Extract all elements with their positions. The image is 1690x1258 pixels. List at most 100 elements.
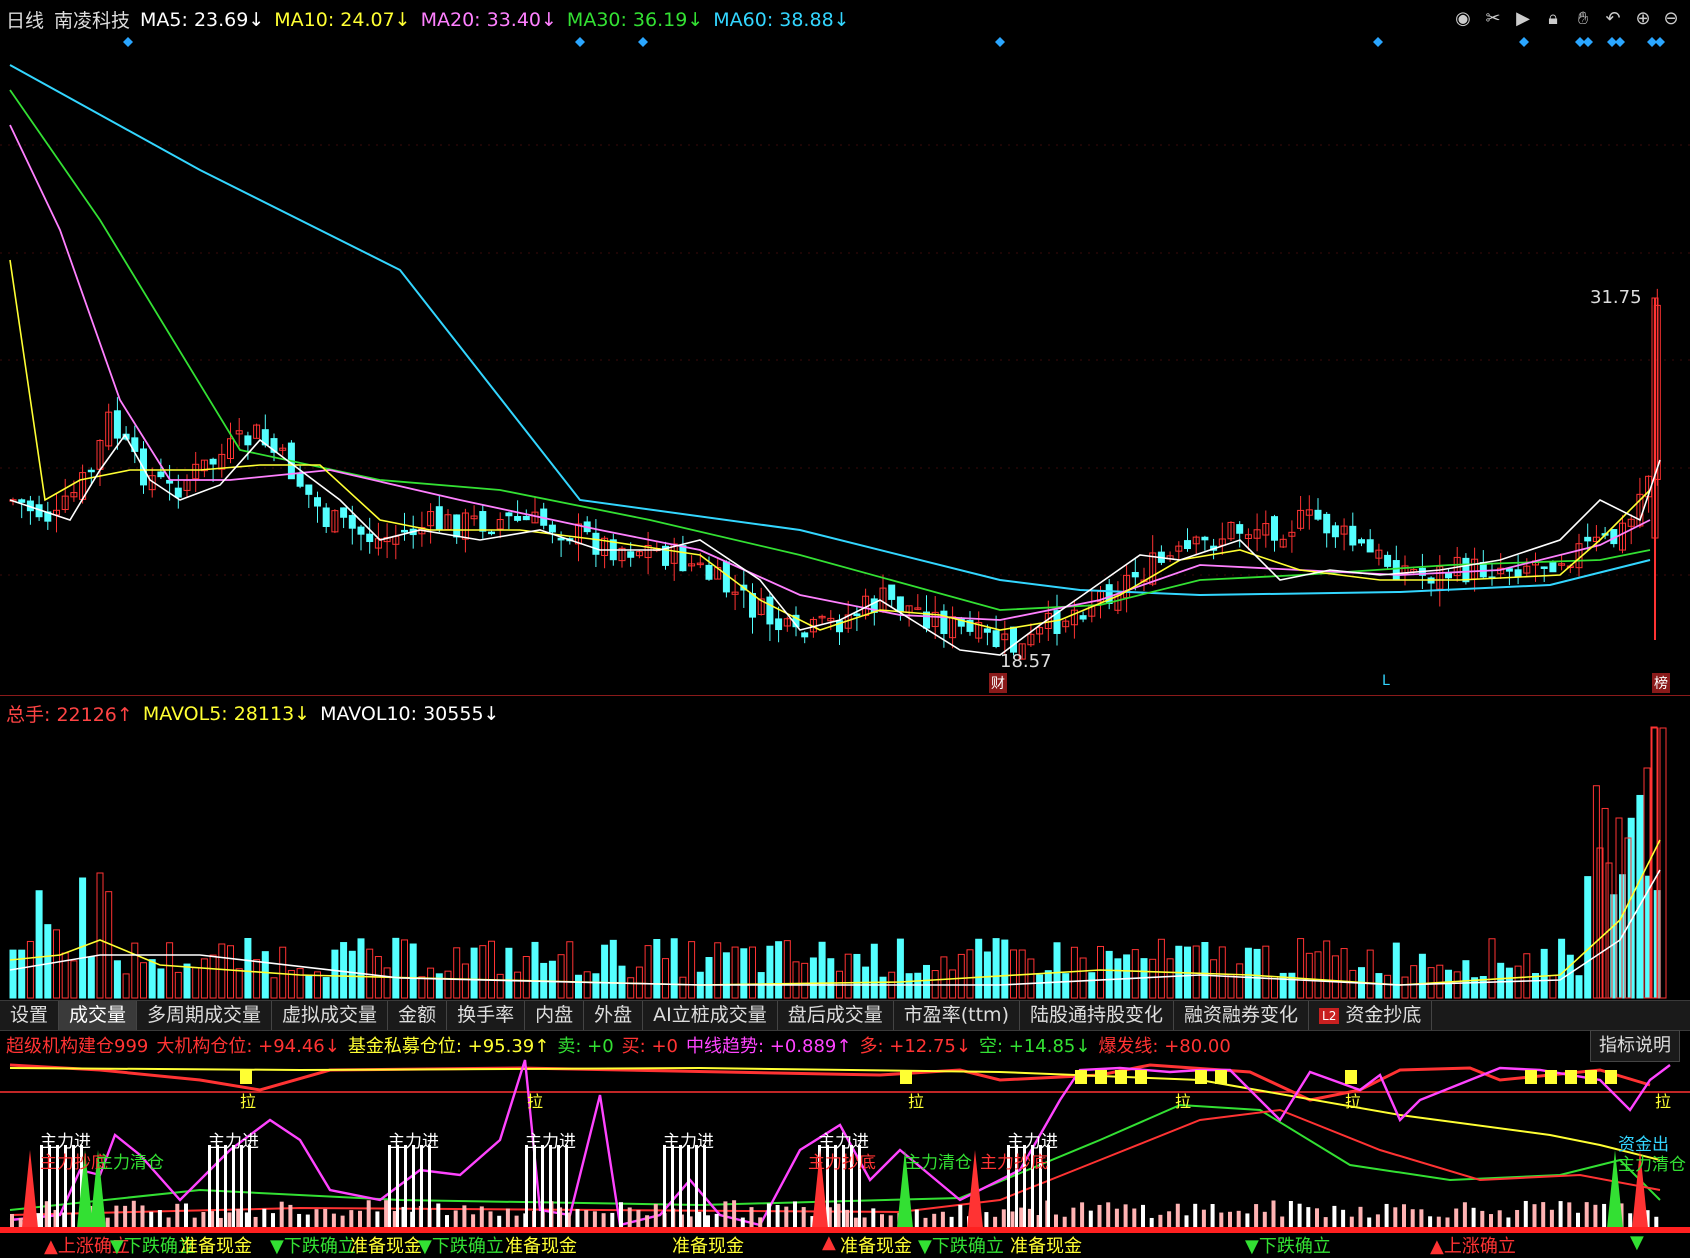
volume-bar — [583, 971, 591, 999]
signal-bar — [565, 1145, 568, 1227]
volume-bar — [357, 938, 365, 999]
indicator-bar — [1558, 1201, 1563, 1228]
volume-bar — [923, 964, 930, 999]
diamond-marker — [1519, 37, 1529, 47]
volume-bar — [705, 957, 713, 999]
candle-body — [1366, 539, 1374, 553]
tab-label: 虚拟成交量 — [282, 1004, 378, 1026]
lift-label: 拉 — [527, 1092, 544, 1111]
indicator-bar — [1654, 1216, 1659, 1228]
tab-turnover[interactable]: 换手率 — [447, 1001, 526, 1030]
finance-marker[interactable]: 财 — [989, 673, 1007, 693]
volume-bar — [200, 958, 208, 999]
signal-bar — [420, 1145, 423, 1227]
indicator-explain-button[interactable]: 指标说明 — [1590, 1030, 1680, 1062]
indicator-bar — [845, 1209, 850, 1228]
indicator-bar — [653, 1203, 658, 1228]
volume-bar — [1070, 946, 1078, 999]
diamond-marker — [1373, 37, 1383, 47]
tab-margin[interactable]: 融资融券变化 — [1174, 1001, 1310, 1030]
ranking-marker[interactable]: 榜 — [1652, 673, 1670, 693]
indicator-bar — [462, 1205, 467, 1228]
tab-virtual-volume[interactable]: 虚拟成交量 — [272, 1001, 389, 1030]
indicator-bar — [1497, 1210, 1502, 1228]
indicator-bar — [1358, 1206, 1363, 1228]
indicator-bar — [1332, 1205, 1337, 1228]
tab-amount[interactable]: 金额 — [388, 1001, 448, 1030]
tab-northbound[interactable]: 陆股通持股变化 — [1020, 1001, 1174, 1030]
indicator-bar — [1201, 1209, 1206, 1228]
indicator-bar — [1532, 1204, 1537, 1228]
volume-bar — [209, 954, 217, 999]
indicator-bar — [914, 1209, 919, 1228]
stock-chart[interactable] — [0, 0, 1690, 1255]
candle-body — [705, 564, 713, 580]
tab-multi-period-volume[interactable]: 多周期成交量 — [137, 1001, 273, 1030]
indicator-bar — [584, 1210, 589, 1228]
indicator-bar — [836, 1203, 841, 1228]
volume-bar — [1123, 954, 1131, 999]
candle-body — [157, 471, 165, 478]
ma30-line — [9, 89, 1651, 611]
indicator-bar — [1306, 1207, 1311, 1228]
tab-label: 成交量 — [69, 1004, 127, 1026]
volume-bar — [749, 946, 756, 999]
main-bottom-label: 主力抄底 — [980, 1153, 1048, 1173]
indicator-bar — [184, 1203, 188, 1228]
lift-block — [1525, 1070, 1537, 1084]
lift-label: 拉 — [240, 1092, 257, 1111]
candle-body — [1314, 509, 1322, 520]
candle-body — [853, 613, 861, 616]
tab-outer[interactable]: 外盘 — [584, 1001, 644, 1030]
indicator-bar — [1280, 1216, 1285, 1228]
volume-bar — [853, 953, 861, 999]
volume-bar — [1088, 972, 1096, 999]
tab-pe-ttm[interactable]: 市盈率(ttm) — [894, 1001, 1020, 1030]
tab-label: 外盘 — [594, 1004, 633, 1026]
volume-bar — [766, 945, 774, 999]
signal-bar — [248, 1145, 251, 1227]
tab-ai-volume[interactable]: AI立桩成交量 — [643, 1001, 778, 1030]
tab-settings[interactable]: 设置 — [0, 1001, 60, 1030]
volume-bar — [1001, 939, 1009, 999]
volume-bar — [679, 976, 687, 999]
indicator-bar — [1393, 1207, 1398, 1228]
volume-bar — [79, 877, 87, 999]
indicator-bar — [1628, 1213, 1633, 1228]
volume-bar — [992, 938, 1000, 999]
indicator-bar — [340, 1215, 345, 1228]
tab-inner[interactable]: 内盘 — [525, 1001, 585, 1030]
tab-volume[interactable]: 成交量 — [59, 1001, 138, 1030]
indicator-bar — [1523, 1200, 1528, 1228]
indicator-bar — [18, 1217, 23, 1228]
indicator-bar — [1445, 1217, 1450, 1228]
volume-bar — [409, 943, 417, 999]
volume-bar — [70, 960, 78, 999]
signal-bar — [703, 1145, 706, 1227]
tab-bottom-fishing[interactable]: L2 资金抄底 — [1309, 1001, 1433, 1030]
volume-bar — [1166, 958, 1174, 999]
L-marker[interactable]: L — [1382, 673, 1390, 689]
mavol10-line — [9, 869, 1661, 986]
indicator-bar — [793, 1201, 797, 1228]
tab-after-hours-volume[interactable]: 盘后成交量 — [778, 1001, 894, 1030]
indicator-bar — [732, 1200, 737, 1228]
volume-bar — [174, 971, 182, 999]
candle-body — [505, 512, 513, 517]
volume-bar — [731, 946, 739, 999]
candle-body — [479, 511, 487, 532]
prepare-cash-label: 准备现金 — [505, 1236, 577, 1257]
tab-label: 多周期成交量 — [147, 1004, 262, 1026]
indicator-bar — [1088, 1210, 1093, 1228]
indicator-bar — [871, 1208, 876, 1228]
volume-bar — [653, 939, 661, 999]
indicator-bar — [149, 1211, 154, 1228]
candle-body — [514, 515, 522, 521]
indicator-bar — [157, 1210, 162, 1228]
volume-bar — [1236, 963, 1244, 999]
candle-body — [775, 618, 783, 631]
signal-bar — [240, 1145, 243, 1227]
indicator-bar — [1080, 1202, 1085, 1228]
indicator-bar — [358, 1210, 362, 1228]
diamond-marker — [1615, 37, 1625, 47]
